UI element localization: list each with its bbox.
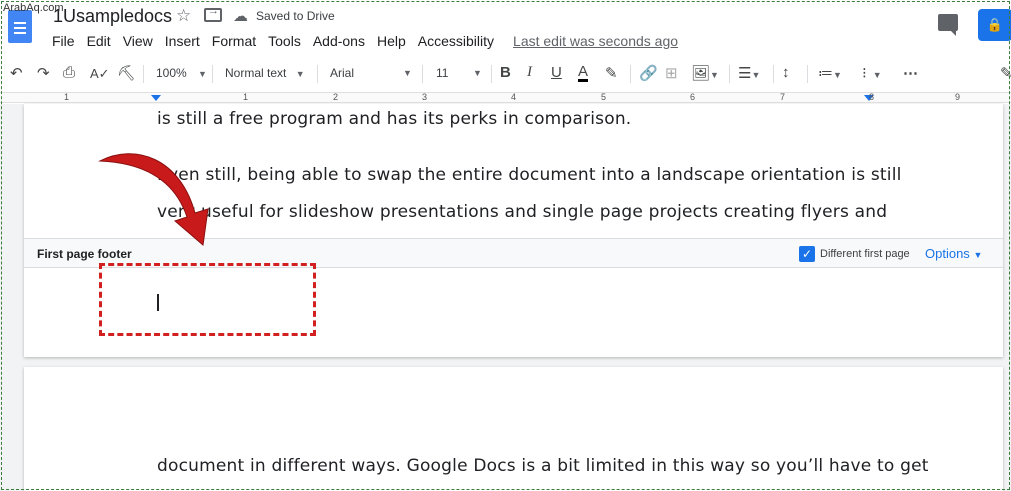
comment-icon[interactable] (938, 14, 958, 36)
menu-accessibility[interactable]: Accessibility (418, 33, 494, 49)
toolbar-divider (491, 65, 492, 83)
numbered-list-icon[interactable]: ≔▼ (818, 64, 842, 82)
docs-logo-icon[interactable] (8, 10, 32, 43)
body-text-line[interactable]: document in different ways. Google Docs … (157, 456, 929, 476)
menu-format[interactable]: Format (212, 33, 256, 49)
zoom-value: 100% (156, 66, 187, 80)
font-value: Arial (330, 66, 355, 80)
menu-help[interactable]: Help (377, 33, 406, 49)
annotation-arrow-icon (98, 153, 209, 246)
toolbar-divider (422, 65, 423, 83)
image-icon[interactable]: 🖼▼ (691, 64, 719, 82)
more-icon[interactable]: ⋯ (903, 64, 918, 82)
align-icon[interactable]: ☰▼ (738, 64, 760, 82)
style-select[interactable]: Normal text ▼ (225, 66, 305, 80)
text-color-icon[interactable]: A (578, 64, 589, 82)
chevron-down-icon: ▼ (710, 70, 719, 80)
chevron-down-icon: ▼ (295, 69, 305, 79)
menu-tools[interactable]: Tools (268, 33, 301, 49)
font-size-select[interactable]: 11 ▼ (436, 66, 486, 80)
ruler-number: 6 (690, 92, 696, 102)
star-icon[interactable]: ☆ (176, 6, 191, 26)
chevron-down-icon: ▼ (751, 70, 761, 80)
toolbar-divider (317, 65, 318, 83)
ruler-number: 4 (511, 92, 517, 102)
chevron-down-icon: ▼ (973, 250, 983, 260)
body-text-line[interactable]: is still a free program and has its perk… (157, 109, 631, 129)
menu-bar: File Edit View Insert Format Tools Add-o… (52, 33, 678, 49)
paint-format-icon[interactable]: ⛏ (117, 64, 136, 82)
toolbar-divider (212, 65, 213, 83)
spellcheck-icon[interactable]: A✓ (90, 66, 110, 82)
bold-icon[interactable]: B (500, 64, 511, 81)
chevron-down-icon: ▼ (473, 68, 482, 78)
underline-icon[interactable]: U (551, 64, 562, 81)
options-label: Options (925, 246, 970, 261)
different-first-page-checkbox[interactable]: ✓ (799, 246, 815, 262)
menu-addons[interactable]: Add-ons (313, 33, 365, 49)
left-indent-marker[interactable] (151, 95, 161, 101)
chevron-down-icon: ▼ (872, 70, 882, 80)
add-comment-icon[interactable]: ⊞ (665, 64, 678, 82)
lock-icon: 🔒 (986, 17, 1004, 32)
ruler-number: 1 (243, 92, 249, 102)
editing-mode-icon[interactable]: ✎ (1000, 64, 1011, 82)
toolbar-divider (143, 65, 144, 83)
style-value: Normal text (225, 66, 287, 80)
ruler-number: 8 (869, 92, 875, 102)
toolbar-divider (773, 65, 774, 83)
chevron-down-icon: ▼ (198, 69, 207, 79)
highlight-icon[interactable]: ✎ (605, 64, 618, 82)
cloud-icon: ☁ (233, 8, 248, 25)
print-icon[interactable]: ⎙ (63, 64, 75, 81)
redo-icon[interactable]: ↷ (37, 64, 50, 82)
toolbar: ↶ ↷ ⎙ A✓ ⛏ 100% ▼ Normal text ▼ Arial ▼ 1… (0, 59, 1011, 89)
ruler-number: 3 (422, 92, 428, 102)
ruler-number: 9 (955, 92, 961, 102)
different-first-page-label[interactable]: Different first page (820, 248, 910, 260)
menu-insert[interactable]: Insert (165, 33, 200, 49)
italic-icon[interactable]: I (527, 64, 532, 81)
undo-icon[interactable]: ↶ (10, 64, 23, 82)
menu-file[interactable]: File (52, 33, 75, 49)
font-select[interactable]: Arial ▼ (330, 66, 415, 80)
menu-view[interactable]: View (123, 33, 153, 49)
chevron-down-icon: ▼ (403, 68, 412, 78)
ruler-number: 5 (601, 92, 607, 102)
font-size-value: 11 (436, 66, 449, 80)
body-text-line[interactable]: very useful for slideshow presentations … (157, 202, 887, 222)
ruler-number: 2 (333, 92, 339, 102)
share-button[interactable]: 🔒 (978, 9, 1011, 41)
ruler[interactable]: 1 1 2 3 4 5 6 7 8 9 (0, 92, 1011, 103)
toolbar-divider (807, 65, 808, 83)
bulleted-list-icon[interactable]: ⁝ ▼ (862, 64, 882, 82)
move-to-folder-icon[interactable] (204, 5, 222, 22)
watermark: ArabAq.com (3, 2, 64, 14)
menu-edit[interactable]: Edit (87, 33, 111, 49)
document-title[interactable]: 1Usampledocs (53, 6, 172, 27)
link-icon[interactable]: 🔗 (639, 64, 658, 82)
ruler-number: 1 (64, 92, 70, 102)
options-button[interactable]: Options ▼ (925, 246, 982, 261)
last-edit-link[interactable]: Last edit was seconds ago (513, 33, 678, 49)
toolbar-divider (729, 65, 730, 83)
line-spacing-icon[interactable]: ↕ (782, 64, 790, 81)
zoom-select[interactable]: 100% ▼ (156, 66, 207, 80)
saved-status: Saved to Drive (256, 9, 335, 23)
chevron-down-icon: ▼ (833, 70, 842, 80)
toolbar-divider (630, 65, 631, 83)
ruler-number: 7 (780, 92, 786, 102)
body-text-line[interactable]: Even still, being able to swap the entir… (157, 165, 902, 185)
annotation-highlight-box (99, 263, 316, 336)
